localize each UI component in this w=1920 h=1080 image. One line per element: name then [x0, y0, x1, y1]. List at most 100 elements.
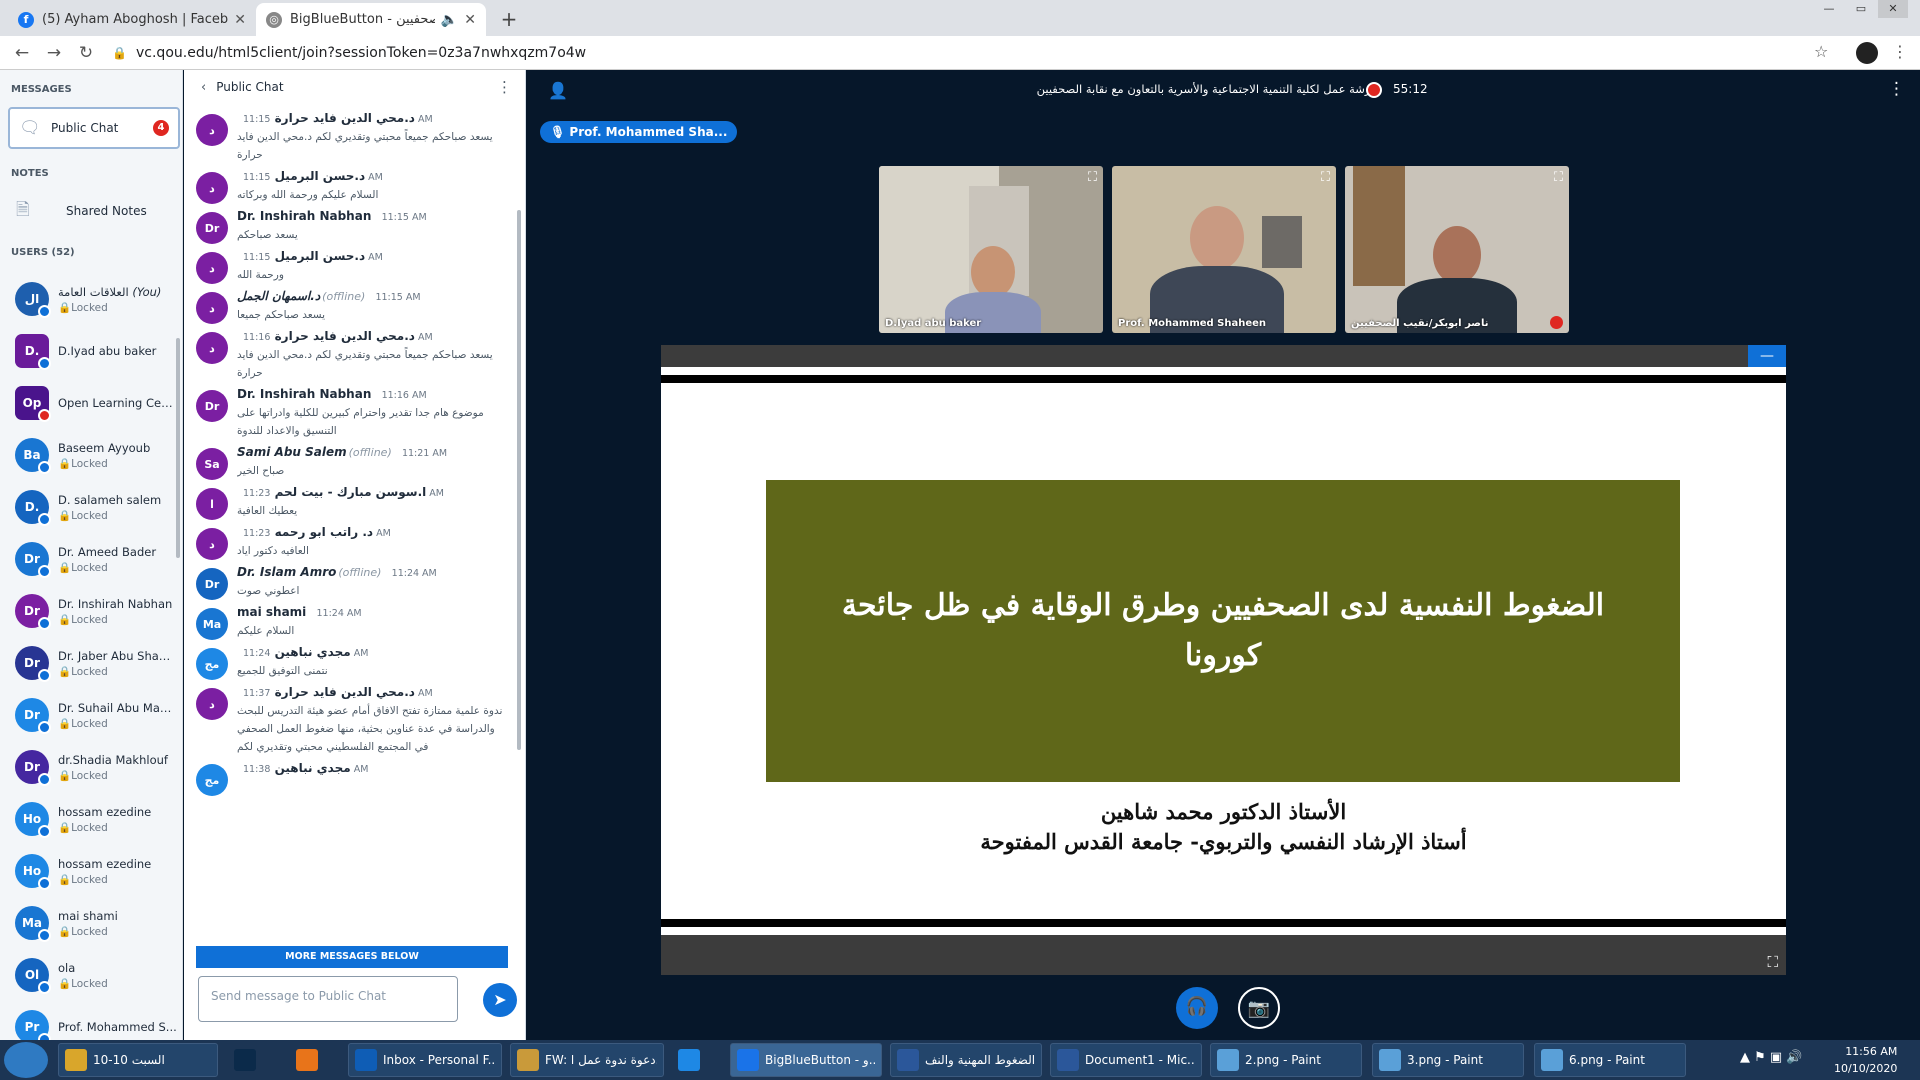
user-list-item[interactable]: ال العلاقات العامة (You) 🔒Locked [0, 273, 180, 325]
system-tray[interactable]: ▲ ⚑ ▣ 🔊 [1740, 1050, 1803, 1065]
minimize-presentation-button[interactable]: — [1748, 345, 1786, 369]
chat-message-input[interactable]: Send message to Public Chat [198, 976, 458, 1022]
user-list-item[interactable]: Ol ola 🔒Locked [0, 949, 180, 1001]
close-tab-icon[interactable]: ✕ [234, 12, 246, 28]
windows-taskbar: 10-10 السبت Inbox - Personal F... FW: دعوة… [0, 1040, 1920, 1080]
more-messages-below-button[interactable]: MORE MESSAGES BELOW [196, 946, 508, 968]
clock[interactable]: 11:56 AM 10/10/2020 [1834, 1043, 1897, 1077]
options-menu-icon[interactable]: ⋮ [1888, 79, 1905, 99]
user-list-item[interactable]: Pr Prof. Mohammed S... [0, 1001, 180, 1040]
avatar-initials: Ma [21, 916, 43, 930]
user-list-item[interactable]: Ma mai shami 🔒Locked [0, 897, 180, 949]
avatar: د [196, 114, 228, 146]
message-text: يسعد صباحكم جميعا [237, 309, 326, 321]
taskbar-item[interactable] [672, 1043, 722, 1077]
new-tab-button[interactable]: + [496, 6, 522, 32]
user-list-item[interactable]: Ho hossam ezedine 🔒Locked [0, 793, 180, 845]
forward-button[interactable]: → [42, 41, 66, 65]
avatar-initials: ال [24, 292, 40, 306]
user-status-text: Locked [71, 717, 108, 730]
reload-button[interactable]: ↻ [74, 41, 98, 65]
chat-options-icon[interactable]: ⋮ [497, 78, 512, 96]
share-webcam-button[interactable]: 📷 [1238, 987, 1280, 1029]
message-sender: د.حسن البرميل [274, 249, 366, 263]
close-tab-icon[interactable]: ✕ [464, 12, 476, 28]
fullscreen-presentation-icon[interactable]: ⛶ [1767, 953, 1778, 971]
message-header: د.حسن البرميل 11:15 AM [237, 249, 511, 263]
user-status-text: Locked [71, 457, 108, 470]
video-tile[interactable]: D.Iyad abu baker ⛶ [879, 166, 1103, 333]
fullscreen-icon[interactable]: ⛶ [1321, 170, 1330, 185]
offline-label: (offline) [322, 290, 366, 303]
user-list-item[interactable]: Dr Dr. Ameed Bader 🔒Locked [0, 533, 180, 585]
avatar-initials: د [209, 301, 215, 315]
taskbar-item[interactable]: 2.png - Paint [1210, 1043, 1362, 1077]
bookmark-star-icon[interactable]: ☆ [1814, 42, 1828, 61]
talking-indicator[interactable]: 🎙 Prof. Mohammed Sha... [540, 121, 738, 143]
avatar-initials: د [209, 341, 215, 355]
send-icon: ➤ [493, 990, 507, 1009]
message-sender: Sami Abu Salem [237, 445, 347, 459]
video-user-name: ناصر ابوبكر/نقيب الصحفيين [1351, 318, 1489, 329]
user-icon[interactable]: 👤 [548, 81, 568, 100]
message-header: ا.سوسن مبارك - بيت لحم 11:23 AM [237, 485, 511, 499]
address-bar[interactable]: 🔒 vc.qou.edu/html5client/join?sessionTok… [108, 39, 1798, 67]
user-list-item[interactable]: Dr Dr. Suhail Abu Maya... 🔒Locked [0, 689, 180, 741]
taskbar-item[interactable] [290, 1043, 340, 1077]
maximize-window-button[interactable]: ▭ [1846, 0, 1876, 18]
fullscreen-icon[interactable]: ⛶ [1554, 170, 1563, 185]
recording-indicator-icon[interactable] [1366, 82, 1382, 98]
back-button[interactable]: ← [10, 41, 34, 65]
audio-icon [38, 1033, 51, 1040]
user-list-item[interactable]: Dr Dr. Jaber Abu Shaw... 🔒Locked [0, 637, 180, 689]
user-list-item[interactable]: Ba Baseem Ayyoub 🔒Locked [0, 429, 180, 481]
bigbluebutton-app: MESSAGES 🗨 Public Chat 4 NOTES 🗎 Shared … [0, 70, 1920, 1040]
profile-avatar[interactable] [1856, 42, 1878, 64]
users-scrollbar[interactable] [176, 338, 180, 558]
send-message-button[interactable]: ➤ [483, 983, 517, 1017]
user-list-item[interactable]: Dr Dr. Inshirah Nabhan 🔒Locked [0, 585, 180, 637]
taskbar-item[interactable]: 3.png - Paint [1372, 1043, 1524, 1077]
avatar-initials: Dr [204, 577, 220, 591]
browser-menu-icon[interactable]: ⋮ [1892, 42, 1908, 61]
taskbar-item[interactable]: BigBlueButton - و... [730, 1043, 882, 1077]
taskbar-item[interactable]: الضغوط المهنية والنف... [890, 1043, 1042, 1077]
minimize-window-button[interactable]: — [1814, 0, 1844, 18]
fullscreen-icon[interactable]: ⛶ [1088, 170, 1097, 185]
audio-icon [38, 773, 51, 786]
chrome-icon [737, 1049, 759, 1071]
chat-scrollbar[interactable] [517, 210, 521, 750]
start-button[interactable] [4, 1042, 48, 1078]
user-list-item[interactable]: Dr dr.Shadia Makhlouf 🔒Locked [0, 741, 180, 793]
video-tile[interactable]: ناصر ابوبكر/نقيب الصحفيين ⛶ [1345, 166, 1569, 333]
taskbar-item[interactable]: FW: دعوة ندوة عمل ا... [510, 1043, 664, 1077]
user-list-item[interactable]: Ho hossam ezedine 🔒Locked [0, 845, 180, 897]
message-time: 11:21 AM [401, 448, 448, 459]
taskbar-item[interactable]: Inbox - Personal F... [348, 1043, 502, 1077]
user-list-item[interactable]: Op Open Learning Cent... [0, 377, 180, 429]
message-text: نتمنى التوفيق للجميع [237, 665, 328, 677]
public-chat-label: Public Chat [51, 121, 119, 135]
video-tile[interactable]: Prof. Mohammed Shaheen ⛶ [1112, 166, 1336, 333]
shared-notes-label: Shared Notes [66, 204, 147, 218]
avatar: Ol [15, 958, 51, 994]
taskbar-item[interactable]: Document1 - Mic... [1050, 1043, 1202, 1077]
taskbar-item[interactable]: 10-10 السبت [58, 1043, 218, 1077]
user-name: hossam ezedine [58, 805, 178, 819]
audio-headphones-button[interactable]: 🎧 [1176, 987, 1218, 1029]
tab-bigbluebutton[interactable]: ◎ BigBlueButton - نقابة الصحفيين 🔈 ✕ [256, 3, 486, 36]
taskbar-item[interactable]: 6.png - Paint [1534, 1043, 1686, 1077]
user-list-item[interactable]: D. D. salameh salem 🔒Locked [0, 481, 180, 533]
shared-notes-item[interactable]: 🗎 Shared Notes [10, 196, 180, 226]
message-header: د.اسمهان الجمل (offline) 11:15 AM [237, 289, 511, 303]
audio-icon [38, 461, 51, 474]
user-list-item[interactable]: D. D.Iyad abu baker [0, 325, 180, 377]
taskbar-item[interactable] [228, 1043, 278, 1077]
chevron-left-icon[interactable]: ‹ [201, 80, 206, 95]
tab-facebook[interactable]: f (5) Ayham Aboghosh | Facebook ✕ [8, 3, 256, 36]
user-list-panel: MESSAGES 🗨 Public Chat 4 NOTES 🗎 Shared … [0, 70, 183, 1040]
close-window-button[interactable]: ✕ [1878, 0, 1908, 18]
audio-playing-icon[interactable]: 🔈 [441, 12, 458, 28]
avatar-initials: Dr [24, 760, 40, 774]
public-chat-item[interactable]: 🗨 Public Chat 4 [8, 107, 180, 149]
